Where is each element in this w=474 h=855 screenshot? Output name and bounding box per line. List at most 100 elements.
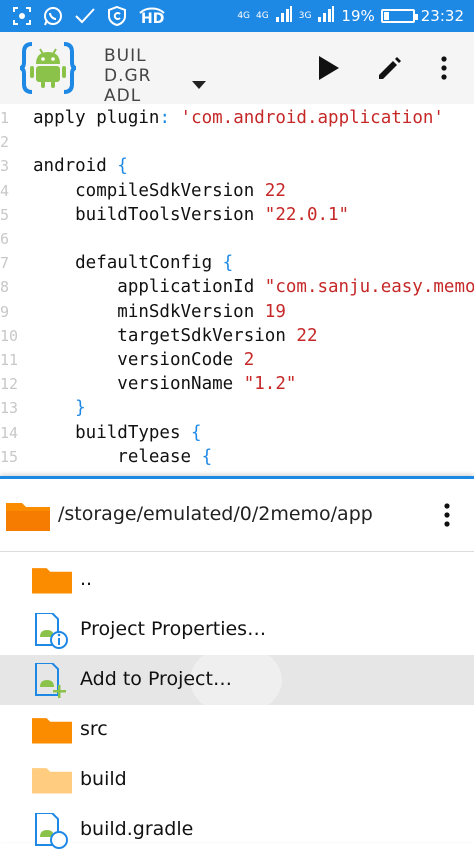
list-item-build-gradle[interactable]: build.gradle	[0, 805, 474, 855]
code-line[interactable]: 5 buildToolsVersion "22.0.1"	[0, 203, 474, 227]
list-item-add-to-project[interactable]: Add to Project…	[0, 645, 474, 715]
code-line[interactable]: 6	[0, 227, 474, 251]
code-text: minSdkVersion 19	[33, 300, 286, 324]
clock: 23:32	[420, 7, 464, 25]
line-number: 10	[0, 326, 19, 345]
hd-icon: HD	[138, 5, 166, 27]
list-item-label: Add to Project…	[80, 668, 232, 690]
list-item-build[interactable]: build	[0, 755, 474, 805]
battery-icon	[380, 9, 418, 23]
code-text: }	[33, 396, 86, 420]
code-line[interactable]: 7 defaultConfig {	[0, 251, 474, 275]
battery-percent: 19%	[341, 7, 375, 25]
current-path: /storage/emulated/0/2memo/app	[58, 503, 373, 525]
battery-fill	[383, 12, 389, 20]
play-icon[interactable]	[314, 54, 342, 82]
line-number: 15	[0, 447, 19, 466]
screenshot-icon	[12, 6, 32, 26]
code-token: 2	[243, 350, 255, 370]
line-number: 9	[0, 302, 10, 321]
code-text: compileSdkVersion 22	[33, 179, 286, 203]
folder-icon	[6, 499, 50, 535]
code-line[interactable]: 14 buildTypes {	[0, 421, 474, 445]
code-token: 19	[264, 301, 286, 322]
code-token: "22.0.1"	[264, 204, 350, 225]
code-text: versionName "1.2"	[33, 372, 296, 396]
code-line[interactable]: 9 minSdkVersion 19	[0, 300, 474, 324]
code-token: apply plugin	[33, 108, 160, 128]
network-label-3: 3G	[298, 10, 312, 21]
list-item-src[interactable]: src	[0, 705, 474, 755]
code-line[interactable]: 13 }	[0, 396, 474, 420]
code-text: buildTypes {	[33, 421, 202, 445]
list-item-label: build.gradle	[80, 818, 194, 840]
list-item-label: ..	[80, 568, 93, 590]
code-token: release	[33, 446, 202, 467]
code-token: {	[222, 253, 234, 274]
line-number: 5	[0, 205, 10, 224]
code-token: {	[191, 422, 202, 443]
code-line[interactable]: 10 targetSdkVersion 22	[0, 324, 474, 348]
code-token: buildToolsVersion	[33, 204, 265, 225]
code-text: buildToolsVersion "22.0.1"	[33, 203, 349, 227]
code-token: applicationId	[33, 277, 265, 298]
code-text: apply plugin: 'com.android.application'	[33, 106, 444, 130]
whatsapp-icon	[42, 5, 64, 27]
line-number: 7	[0, 254, 10, 273]
code-token: android	[33, 156, 118, 177]
list-item-label: src	[80, 718, 108, 740]
file-browser-sheet: /storage/emulated/0/2memo/app .. Project…	[0, 476, 474, 849]
list-item-label: Project Properties…	[80, 618, 267, 640]
code-token: buildTypes	[33, 422, 192, 443]
code-text: android {	[33, 154, 128, 178]
code-line[interactable]: 11 versionCode 2	[0, 348, 474, 372]
code-text: applicationId "com.sanju.easy.memo"	[33, 275, 474, 299]
code-editor[interactable]: 1 apply plugin: 'com.android.application'…	[0, 104, 474, 476]
edit-pencil-icon[interactable]	[376, 54, 404, 82]
more-vert-icon[interactable]	[430, 54, 458, 82]
project-properties-icon	[32, 612, 72, 649]
list-item-parent[interactable]: ..	[0, 555, 474, 605]
code-token: targetSdkVersion	[33, 325, 297, 346]
code-line[interactable]: 8 applicationId "com.sanju.easy.memo"	[0, 275, 474, 299]
network-label-1: 4G	[237, 10, 251, 21]
code-token: versionName	[33, 374, 244, 395]
add-to-project-icon	[32, 662, 72, 699]
code-token: }	[75, 398, 86, 419]
code-line[interactable]: 2	[0, 130, 474, 154]
signal-icon	[275, 5, 293, 27]
file-title[interactable]: BUILD.GRADL	[104, 46, 154, 102]
code-token: "com.sanju.easy.memo"	[264, 277, 474, 298]
cloud-c-icon	[106, 5, 128, 27]
code-token: 22	[296, 325, 318, 346]
code-token: defaultConfig	[33, 253, 223, 274]
code-line[interactable]: 1 apply plugin: 'com.android.application'	[0, 106, 474, 130]
code-text: targetSdkVersion 22	[33, 324, 317, 348]
line-number: 11	[0, 351, 19, 369]
code-token: "1.2"	[243, 374, 297, 395]
hd-label: HD	[141, 11, 165, 27]
more-vert-icon[interactable]	[444, 503, 450, 531]
line-number: 13	[0, 399, 19, 418]
code-token: 22	[264, 180, 286, 201]
line-number: 12	[0, 375, 19, 394]
code-token: minSdkVersion	[33, 301, 265, 322]
folder-light-icon	[32, 763, 72, 799]
gradle-file-icon	[32, 812, 72, 849]
code-token: :	[159, 108, 170, 128]
code-line[interactable]: 3 android {	[0, 154, 474, 178]
status-bar: HD 4G 4G 3G 19% 23:32	[0, 0, 474, 32]
code-line[interactable]: 12 versionName "1.2"	[0, 372, 474, 396]
app-bar: BUILD.GRADL	[0, 32, 474, 104]
line-number: 1	[0, 109, 10, 127]
list-item-label: build	[80, 768, 127, 790]
android-logo-icon	[19, 40, 77, 96]
network-label-2: 4G	[256, 10, 269, 21]
code-line[interactable]: 4 compileSdkVersion 22	[0, 179, 474, 203]
check-icon	[74, 6, 96, 26]
code-line[interactable]: 15 release {	[0, 445, 474, 469]
folder-icon	[32, 563, 72, 599]
dropdown-arrow-icon[interactable]	[192, 74, 206, 93]
